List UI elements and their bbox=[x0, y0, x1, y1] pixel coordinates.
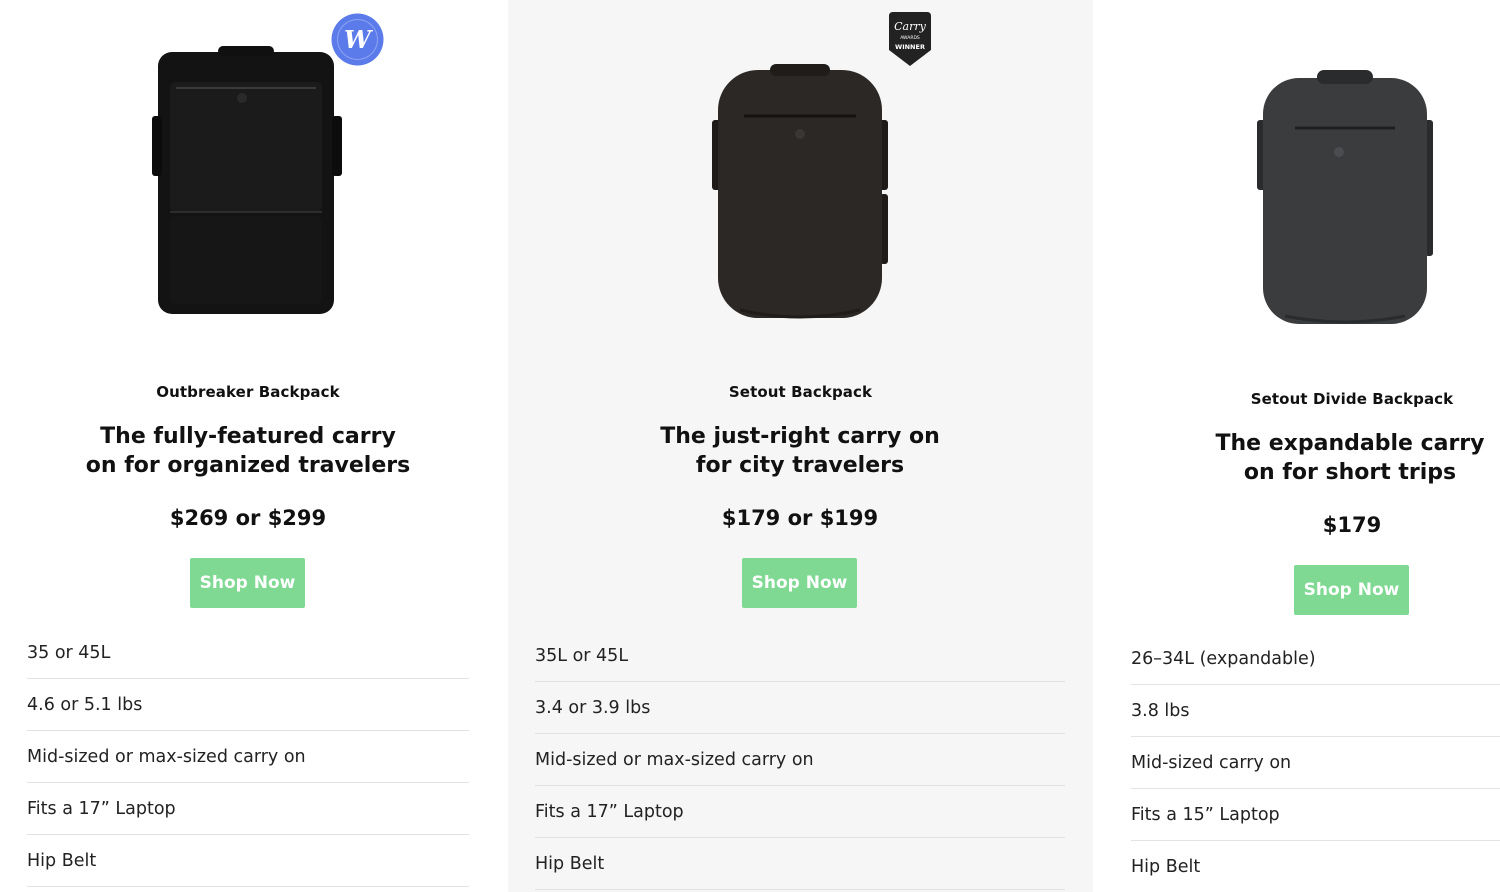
product-name: Setout Divide Backpack bbox=[1250, 390, 1454, 408]
carry-awards-shield-icon: Carry AWARDS WINNER bbox=[887, 10, 933, 72]
product-card-outbreaker: W Outbreaker Backpack The fully-featured… bbox=[0, 0, 508, 892]
product-price: $179 bbox=[1322, 513, 1382, 537]
shop-now-button[interactable]: Shop Now bbox=[742, 558, 857, 608]
spec-laptop: Fits a 17” Laptop bbox=[535, 786, 1065, 838]
spec-size: Mid-sized or max-sized carry on bbox=[535, 734, 1065, 786]
spec-weight: 3.8 lbs bbox=[1131, 685, 1500, 737]
award-w-icon: W bbox=[331, 13, 384, 70]
spec-capacity: 35 or 45L bbox=[27, 627, 469, 679]
spec-capacity: 26–34L (expandable) bbox=[1131, 633, 1500, 685]
spec-hip-belt: Hip Belt bbox=[535, 838, 1065, 890]
product-card-setout-divide: Setout Divide Backpack The expandable ca… bbox=[1093, 0, 1500, 892]
award-letter: W bbox=[344, 25, 373, 54]
product-tagline: The expandable carry on for short trips bbox=[1215, 431, 1485, 485]
product-price: $179 or $199 bbox=[721, 506, 879, 530]
spec-weight: 4.6 or 5.1 lbs bbox=[27, 679, 469, 731]
product-card-setout: Carry AWARDS WINNER Setout Backpack The … bbox=[508, 0, 1093, 892]
spec-laptop: Fits a 17” Laptop bbox=[27, 783, 469, 835]
spec-list: 35 or 45L 4.6 or 5.1 lbs Mid-sized or ma… bbox=[27, 627, 469, 887]
spec-weight: 3.4 or 3.9 lbs bbox=[535, 682, 1065, 734]
spec-hip-belt: Hip Belt bbox=[27, 835, 469, 887]
product-name: Outbreaker Backpack bbox=[156, 383, 340, 401]
spec-list: 35L or 45L 3.4 or 3.9 lbs Mid-sized or m… bbox=[535, 630, 1065, 890]
product-price: $269 or $299 bbox=[169, 506, 327, 530]
spec-size: Mid-sized carry on bbox=[1131, 737, 1500, 789]
spec-laptop: Fits a 15” Laptop bbox=[1131, 789, 1500, 841]
product-image-outbreaker[interactable] bbox=[148, 46, 348, 318]
product-tagline: The just-right carry on for city travele… bbox=[660, 424, 940, 478]
shop-now-button[interactable]: Shop Now bbox=[1294, 565, 1409, 615]
product-name: Setout Backpack bbox=[728, 383, 873, 401]
product-image-setout[interactable] bbox=[710, 64, 890, 320]
product-tagline: The fully-featured carry on for organize… bbox=[85, 424, 411, 478]
spec-hip-belt: Hip Belt bbox=[1131, 841, 1500, 892]
spec-capacity: 35L or 45L bbox=[535, 630, 1065, 682]
spec-size: Mid-sized or max-sized carry on bbox=[27, 731, 469, 783]
badge-line-1: Carry bbox=[894, 20, 926, 33]
shop-now-button[interactable]: Shop Now bbox=[190, 558, 305, 608]
product-image-setout-divide[interactable] bbox=[1255, 70, 1435, 328]
spec-list: 26–34L (expandable) 3.8 lbs Mid-sized ca… bbox=[1131, 633, 1500, 892]
badge-line-3: WINNER bbox=[895, 43, 925, 51]
badge-line-2: AWARDS bbox=[900, 35, 920, 41]
